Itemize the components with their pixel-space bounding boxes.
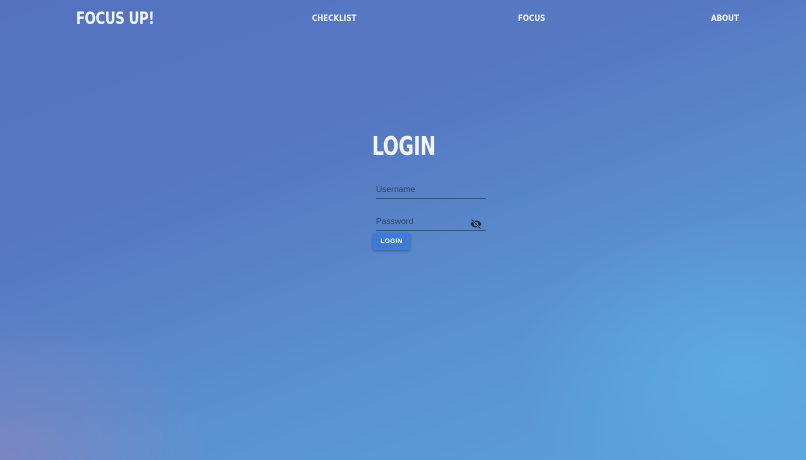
nav-link-focus[interactable]: FOCUS (518, 14, 545, 24)
nav-link-about[interactable]: ABOUT (711, 14, 739, 24)
password-input[interactable] (376, 214, 468, 228)
username-field (376, 182, 486, 199)
eye-off-icon[interactable] (470, 216, 482, 230)
login-button[interactable]: LOGIN (373, 233, 410, 250)
top-navbar: FOCUS UP! CHECKLIST FOCUS ABOUT (0, 0, 806, 40)
nav-link-checklist[interactable]: CHECKLIST (312, 14, 356, 24)
username-input[interactable] (376, 182, 468, 196)
password-field (376, 214, 486, 231)
brand-logo[interactable]: FOCUS UP! (76, 9, 154, 29)
login-title: LOGIN (372, 132, 436, 162)
